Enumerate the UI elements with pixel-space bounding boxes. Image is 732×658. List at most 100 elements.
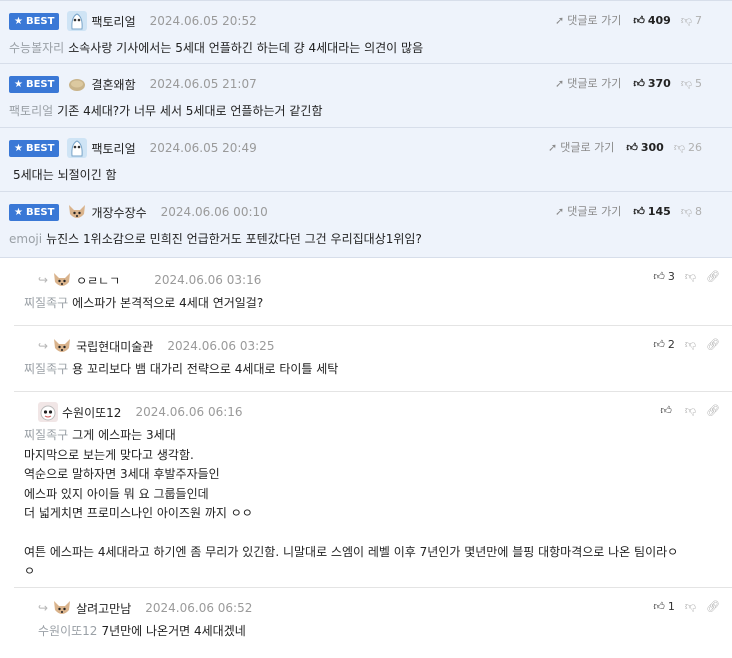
star-icon: ★ [14,206,23,218]
comment-text: 5세대는 뇌절이긴 함 [13,168,117,182]
reply-comment: ↪ 살려고만남 2024.06.06 06:52 👍︎ 1 👎︎ 🔗︎ 수원이또1… [28,588,732,650]
downvote-button[interactable]: 👎︎ [685,270,696,283]
thumbs-down-icon: 👎︎ [684,338,697,351]
nickname[interactable]: 결혼왜함 [91,76,135,93]
reply-target: 찌질족구 [24,428,69,442]
avatar[interactable] [67,11,88,31]
thumbs-down-icon: 👎︎ [673,140,685,154]
thumbs-down-icon: 👎︎ [680,76,692,90]
timestamp: 2024.06.05 21:07 [149,77,257,91]
downvote-button[interactable]: 👎︎ [685,338,696,351]
thumbs-down-icon: 👎︎ [684,404,697,417]
comment-text: 수원이또12 7년만에 나온거면 4세대겠네 [38,624,246,638]
timestamp: 2024.06.06 03:16 [154,273,262,287]
downvote-button[interactable]: 👎︎ 7 [681,14,702,27]
nickname[interactable]: ㅇㄹㄴㄱ [76,272,120,289]
best-badge: ★ BEST [9,139,60,157]
reply-target: emoji [9,232,43,246]
go-to-reply-button[interactable]: ➚ 댓글로 가기 [555,12,621,28]
link-icon: 🔗︎ [706,600,720,613]
timestamp: 2024.06.06 06:16 [135,405,243,419]
comment-list: ★ BEST 팩토리얼 2024.06.05 20:52 ➚ 댓글로 가기 👍︎ 4… [0,0,732,650]
comment-text: 팩토리얼 기존 4세대?가 너무 세서 5세대로 언플하는거 같긴함 [9,104,323,118]
upvote-button[interactable]: 👍︎ 370 [633,77,670,90]
upvote-button[interactable]: 👍︎ 2 [653,338,675,351]
arrow-icon: ➚ [555,13,565,27]
thumbs-up-icon: 👍︎ [653,270,665,283]
downvote-button[interactable]: 👎︎ 26 [674,141,702,154]
avatar[interactable] [38,402,58,422]
nickname[interactable]: 팩토리얼 [91,140,135,157]
avatar[interactable] [52,270,72,290]
timestamp: 2024.06.05 20:49 [149,141,257,155]
thumbs-up-icon: 👍︎ [633,204,645,218]
nickname[interactable]: 개장수장수 [91,204,146,221]
downvote-button[interactable]: 👎︎ [685,600,696,613]
best-comment: ★ BEST 결혼왜함 2024.06.05 21:07 ➚ 댓글로 가기 👍︎ 3… [0,64,732,128]
nickname[interactable]: 살려고만남 [76,600,131,617]
upvote-button[interactable]: 👍︎ 409 [633,14,670,27]
avatar[interactable] [52,336,72,356]
thumbs-up-icon: 👍︎ [626,140,638,154]
thumbs-down-icon: 👎︎ [680,13,692,27]
go-to-reply-button[interactable]: ➚ 댓글로 가기 [555,203,621,219]
arrow-icon: ➚ [555,76,565,90]
best-badge: ★ BEST [9,12,60,30]
reply-target: 팩토리얼 [9,104,54,118]
thumbs-up-icon: 👍︎ [653,600,665,613]
avatar[interactable] [52,598,72,618]
upvote-button[interactable]: 👍︎ 300 [626,141,663,154]
comment-text: 찌질족구 용 꼬리보다 뱀 대가리 전략으로 4세대로 타이틀 세탁 [24,362,339,376]
avatar[interactable] [67,74,87,94]
go-to-reply-button[interactable]: ➚ 댓글로 가기 [548,139,614,155]
downvote-button[interactable]: 👎︎ 5 [681,77,702,90]
comment-text: 찌질족구 에스파가 본격적으로 4세대 연거일걸? [24,296,264,310]
arrow-icon: ➚ [555,204,565,218]
thumbs-up-icon: 👍︎ [633,13,645,27]
best-comment: ★ BEST 팩토리얼 2024.06.05 20:52 ➚ 댓글로 가기 👍︎ 4… [0,0,732,64]
reply-comment: ↪ 국립현대미술관 2024.06.06 03:25 👍︎ 2 👎︎ 🔗︎ 찌질족… [14,326,732,392]
link-button[interactable]: 🔗︎ [706,338,720,351]
reply-arrow-icon: ↪ [38,601,49,615]
nickname[interactable]: 팩토리얼 [91,13,135,30]
reply-arrow-icon: ↪ [38,339,49,353]
link-button[interactable]: 🔗︎ [706,600,720,613]
downvote-button[interactable]: 👎︎ 8 [681,205,702,218]
link-button[interactable]: 🔗︎ [706,270,720,283]
reply-target: 수능볼자리 [9,41,65,55]
upvote-button[interactable]: 👍︎ 145 [633,205,670,218]
upvote-button[interactable]: 👍︎ 3 [653,270,675,283]
reply-target: 찌질족구 [24,296,69,310]
star-icon: ★ [14,142,23,154]
go-to-reply-button[interactable]: ➚ 댓글로 가기 [555,75,621,91]
nickname[interactable]: 수원이또12 [62,404,121,421]
best-badge: ★ BEST [9,203,60,221]
thumbs-up-icon: 👍︎ [660,404,672,417]
thumbs-up-icon: 👍︎ [633,76,645,90]
star-icon: ★ [14,15,23,27]
downvote-button[interactable]: 👎︎ [685,404,696,417]
reply-arrow-icon: ↪ [38,273,49,287]
avatar[interactable] [67,138,88,158]
comment-text: 수능볼자리 소속사랑 기사에서는 5세대 언플하긴 하는데 걍 4세대라는 의견이… [9,41,424,55]
thumbs-down-icon: 👎︎ [684,600,697,613]
star-icon: ★ [14,78,23,90]
timestamp: 2024.06.05 20:52 [149,14,257,28]
link-icon: 🔗︎ [706,404,720,417]
link-button[interactable]: 🔗︎ [706,404,720,417]
timestamp: 2024.06.06 06:52 [145,601,253,615]
thumbs-down-icon: 👎︎ [680,204,692,218]
best-comment: ★ BEST 팩토리얼 2024.06.05 20:49 ➚ 댓글로 가기 👍︎ 3… [0,128,732,192]
comment-text: 찌질족구 그게 에스파는 3세대 마지막으로 보는게 맞다고 생각함. 역순으로 … [24,428,679,578]
upvote-button[interactable]: 👍︎ [660,404,675,417]
link-icon: 🔗︎ [706,270,720,283]
upvote-button[interactable]: 👍︎ 1 [653,600,675,613]
nickname[interactable]: 국립현대미술관 [76,338,153,355]
arrow-icon: ➚ [548,140,558,154]
comment-text: emoji 뉴진스 1위소감으로 민희진 언급한거도 포텐갔다던 그건 우리집대상… [9,232,422,246]
thumbs-down-icon: 👎︎ [684,270,697,283]
timestamp: 2024.06.06 03:25 [167,339,275,353]
avatar[interactable] [67,202,87,222]
reply-comment: ↪ ㅇㄹㄴㄱ 2024.06.06 03:16 👍︎ 3 👎︎ 🔗︎ 찌질족구 에스… [14,258,732,326]
reply-target: 찌질족구 [24,362,69,376]
